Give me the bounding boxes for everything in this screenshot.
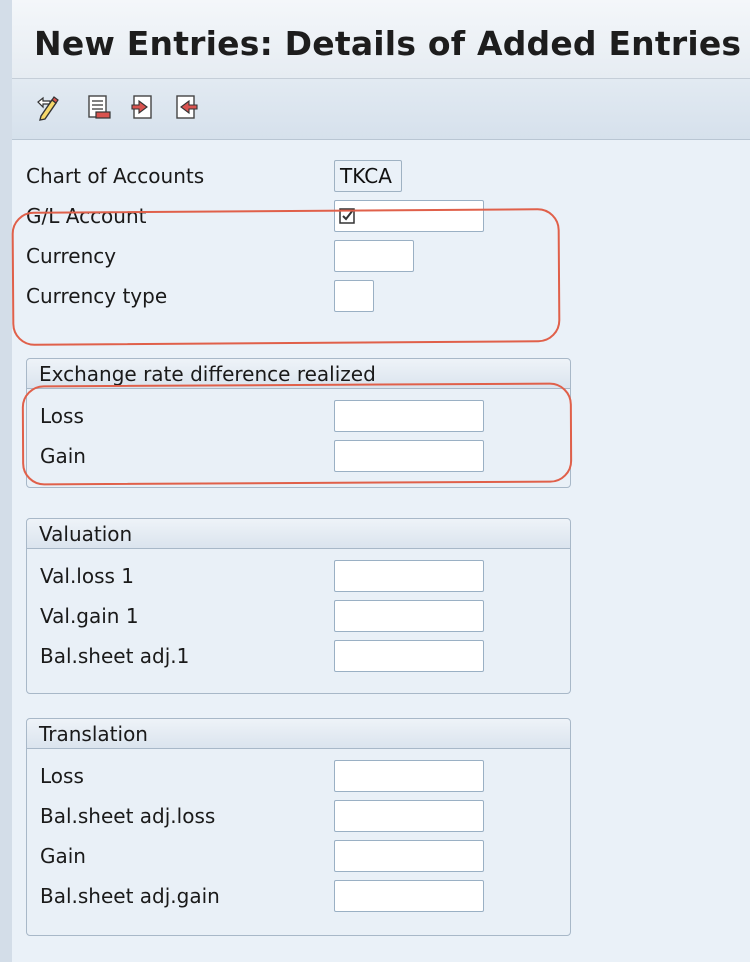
bal-sheet-adj-gain-label: Bal.sheet adj.gain: [40, 884, 220, 908]
realized-gain-label: Gain: [40, 444, 86, 468]
translation-loss-label: Loss: [40, 764, 84, 788]
realized-loss-label: Loss: [40, 404, 84, 428]
val-loss-1-field[interactable]: [334, 560, 484, 592]
previous-entry-icon: [131, 95, 152, 119]
display-change-icon: [37, 96, 59, 121]
currency-type-field[interactable]: [334, 280, 374, 312]
currency-field[interactable]: [334, 240, 414, 272]
next-entry-icon: [176, 95, 198, 119]
realized-group-title: Exchange rate difference realized: [27, 359, 570, 389]
translation-gain-field[interactable]: [334, 840, 484, 872]
application-toolbar: [12, 79, 750, 140]
display-change-button[interactable]: [34, 92, 64, 122]
val-gain-1-label: Val.gain 1: [40, 604, 139, 628]
translation-loss-field[interactable]: [334, 760, 484, 792]
translation-group-title: Translation: [27, 719, 570, 749]
page-title: New Entries: Details of Added Entries: [34, 24, 742, 63]
title-bar: New Entries: Details of Added Entries: [12, 0, 750, 79]
realized-group: Exchange rate difference realized: [26, 358, 571, 488]
bal-sheet-adj-1-label: Bal.sheet adj.1: [40, 644, 190, 668]
chart-of-accounts-field: TKCA: [334, 160, 402, 192]
val-gain-1-field[interactable]: [334, 600, 484, 632]
form-content: Chart of Accounts TKCA G/L Account Curre…: [11, 140, 750, 962]
bal-sheet-adj-1-field[interactable]: [334, 640, 484, 672]
previous-entry-button[interactable]: [128, 92, 158, 122]
bal-sheet-adj-loss-label: Bal.sheet adj.loss: [40, 804, 216, 828]
realized-loss-field[interactable]: [334, 400, 484, 432]
currency-type-label: Currency type: [26, 284, 168, 308]
realized-gain-field[interactable]: [334, 440, 484, 472]
val-loss-1-label: Val.loss 1: [40, 564, 135, 588]
delete-icon: [88, 95, 111, 119]
bal-sheet-adj-loss-field[interactable]: [334, 800, 484, 832]
required-entry-icon: [339, 208, 355, 224]
chart-of-accounts-label: Chart of Accounts: [26, 164, 205, 188]
delete-button[interactable]: [84, 92, 114, 122]
gl-account-field[interactable]: [334, 200, 484, 232]
valuation-group-title: Valuation: [27, 519, 570, 549]
gl-account-label: G/L Account: [26, 204, 147, 228]
next-entry-button[interactable]: [171, 92, 201, 122]
bal-sheet-adj-gain-field[interactable]: [334, 880, 484, 912]
currency-label: Currency: [26, 244, 117, 268]
translation-gain-label: Gain: [40, 844, 86, 868]
